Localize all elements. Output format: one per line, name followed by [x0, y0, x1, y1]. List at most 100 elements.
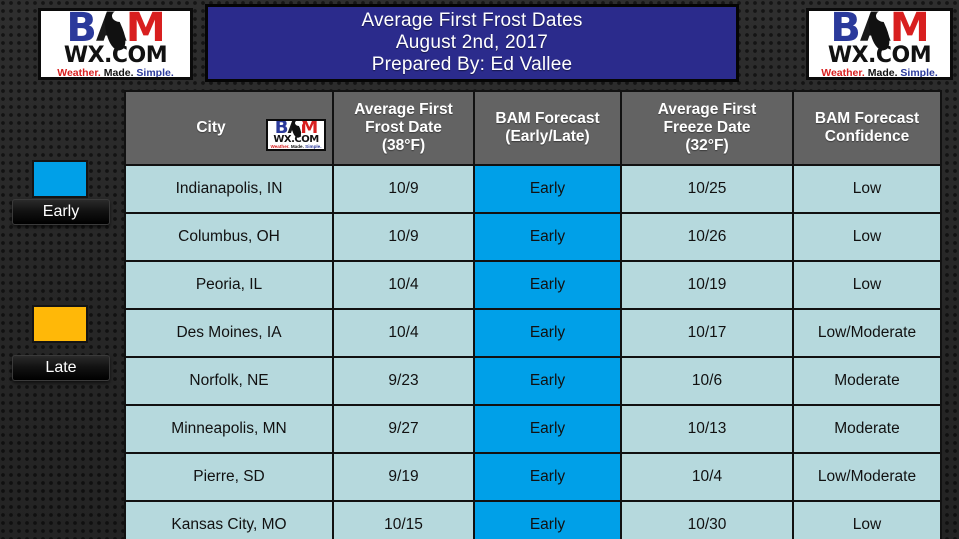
slide-title-box: Average First Frost Dates August 2nd, 20…: [205, 4, 739, 82]
logo-swoosh-tip-icon: [875, 11, 893, 22]
table-row: Des Moines, IA 10/4 Early 10/17 Low/Moderate: [124, 308, 942, 358]
table-header-row: City Average First Frost Date (38°F) BAM…: [124, 90, 942, 166]
confidence-header-line-1: BAM Forecast: [814, 110, 920, 127]
cell-bam-forecast: Early: [473, 308, 622, 358]
frost-header-line-1: Average First: [354, 101, 453, 118]
tagline-weather: Weather.: [57, 66, 101, 79]
cell-city: Pierre, SD: [124, 452, 334, 502]
legend-label-late: Late: [12, 355, 110, 381]
column-header-frost-date: Average First Frost Date (38°F): [332, 90, 475, 166]
cell-freeze-date: 10/25: [620, 164, 794, 214]
tagline-made: Made.: [289, 144, 304, 150]
logo-inner: BAM WX.COM Weather. Made. Simple.: [268, 121, 324, 149]
title-line-2: August 2nd, 2017: [395, 32, 549, 53]
freeze-header-line-3: (32°F): [685, 137, 729, 154]
cell-frost-date: 10/4: [332, 260, 475, 310]
logo-letter-b: B: [830, 8, 860, 51]
legend-swatch-late: [32, 305, 88, 343]
cell-frost-date: 9/19: [332, 452, 475, 502]
logo-letter-m: M: [125, 8, 166, 51]
cell-bam-forecast: Early: [473, 356, 622, 406]
cell-freeze-date: 10/13: [620, 404, 794, 454]
column-header-bam-forecast: BAM Forecast (Early/Late): [473, 90, 622, 166]
cell-city: Kansas City, MO: [124, 500, 334, 539]
cell-city: Columbus, OH: [124, 212, 334, 262]
logo-letter-b: B: [66, 8, 96, 51]
logo-tagline: Weather. Made. Simple.: [821, 66, 938, 79]
table-row: Indianapolis, IN 10/9 Early 10/25 Low: [124, 164, 942, 214]
table-row: Pierre, SD 9/19 Early 10/4 Low/Moderate: [124, 452, 942, 502]
cell-freeze-date: 10/6: [620, 356, 794, 406]
table-body: Indianapolis, IN 10/9 Early 10/25 Low Columbu…: [124, 164, 942, 539]
cell-city: Indianapolis, IN: [124, 164, 334, 214]
tagline-simple: Simple.: [897, 66, 938, 79]
freeze-header-line-2: Freeze Date: [663, 119, 751, 136]
tagline-simple: Simple.: [133, 66, 174, 79]
cell-freeze-date: 10/4: [620, 452, 794, 502]
confidence-header-line-2: Confidence: [824, 128, 910, 145]
tagline-weather: Weather.: [270, 144, 290, 150]
table-row: Norfolk, NE 9/23 Early 10/6 Moderate: [124, 356, 942, 406]
logo-bam-wordmark: BAM: [66, 11, 166, 53]
cell-bam-forecast: Early: [473, 452, 622, 502]
logo-swoosh-tip-icon: [295, 121, 303, 126]
title-line-3: Prepared By: Ed Vallee: [371, 54, 573, 75]
title-line-1: Average First Frost Dates: [361, 10, 583, 31]
logo-inner: BAM WX.COM Weather. Made. Simple.: [41, 11, 190, 77]
tagline-weather: Weather.: [821, 66, 865, 79]
cell-confidence: Low: [792, 212, 942, 262]
cell-bam-forecast: Early: [473, 404, 622, 454]
logo-letter-b: B: [274, 119, 289, 138]
cell-confidence: Low: [792, 500, 942, 539]
cell-confidence: Low: [792, 260, 942, 310]
cell-frost-date: 10/9: [332, 164, 475, 214]
logo-tagline: Weather. Made. Simple.: [270, 144, 322, 150]
table-row: Peoria, IL 10/4 Early 10/19 Low: [124, 260, 942, 310]
cell-frost-date: 9/23: [332, 356, 475, 406]
bamwx-logo-left: BAM WX.COM Weather. Made. Simple.: [38, 8, 193, 80]
tagline-simple: Simple.: [303, 144, 322, 150]
table-row: Columbus, OH 10/9 Early 10/26 Low: [124, 212, 942, 262]
bamwx-logo-right: BAM WX.COM Weather. Made. Simple.: [806, 8, 953, 80]
bamwx-logo-header: BAM WX.COM Weather. Made. Simple.: [266, 119, 326, 151]
cell-bam-forecast: Early: [473, 164, 622, 214]
legend-label-early: Early: [12, 199, 110, 225]
cell-city: Peoria, IL: [124, 260, 334, 310]
cell-frost-date: 10/15: [332, 500, 475, 539]
cell-city: Des Moines, IA: [124, 308, 334, 358]
cell-confidence: Moderate: [792, 404, 942, 454]
frost-header-line-3: (38°F): [381, 137, 426, 154]
legend-swatch-early: [32, 160, 88, 198]
logo-swoosh-tip-icon: [111, 11, 129, 22]
cell-city: Minneapolis, MN: [124, 404, 334, 454]
forecast-header-line-1: BAM Forecast: [495, 110, 600, 127]
freeze-header-line-1: Average First: [657, 101, 757, 118]
cell-frost-date: 10/9: [332, 212, 475, 262]
cell-confidence: Moderate: [792, 356, 942, 406]
logo-bam-wordmark: BAM: [274, 119, 318, 139]
tagline-made: Made.: [864, 66, 898, 79]
cell-frost-date: 10/4: [332, 308, 475, 358]
logo-letter-m: M: [889, 8, 930, 51]
table-row: Minneapolis, MN 9/27 Early 10/13 Moderate: [124, 404, 942, 454]
frost-header-line-2: Frost Date: [365, 119, 442, 136]
cell-freeze-date: 10/30: [620, 500, 794, 539]
logo-inner: BAM WX.COM Weather. Made. Simple.: [809, 11, 950, 77]
tagline-made: Made.: [100, 66, 134, 79]
cell-confidence: Low/Moderate: [792, 308, 942, 358]
logo-bam-wordmark: BAM: [830, 11, 930, 53]
cell-freeze-date: 10/26: [620, 212, 794, 262]
cell-bam-forecast: Early: [473, 500, 622, 539]
cell-confidence: Low/Moderate: [792, 452, 942, 502]
table-row: Kansas City, MO 10/15 Early 10/30 Low: [124, 500, 942, 539]
forecast-header-line-2: (Early/Late): [505, 128, 590, 145]
cell-bam-forecast: Early: [473, 212, 622, 262]
cell-freeze-date: 10/19: [620, 260, 794, 310]
column-header-freeze-date: Average First Freeze Date (32°F): [620, 90, 794, 166]
cell-frost-date: 9/27: [332, 404, 475, 454]
cell-freeze-date: 10/17: [620, 308, 794, 358]
table-header: City Average First Frost Date (38°F) BAM…: [124, 90, 942, 166]
logo-tagline: Weather. Made. Simple.: [57, 66, 174, 79]
column-header-confidence: BAM Forecast Confidence: [792, 90, 942, 166]
slide-canvas: BAM WX.COM Weather. Made. Simple. Averag…: [0, 0, 959, 539]
